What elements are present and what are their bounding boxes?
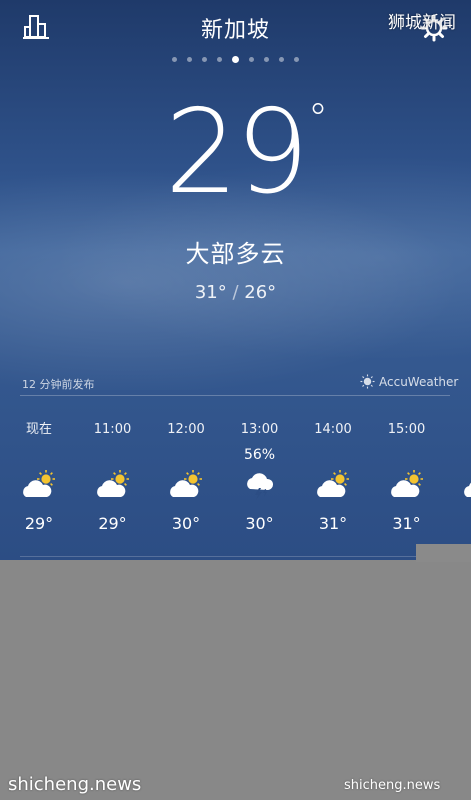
divider-bottom	[20, 556, 450, 557]
hour-time: 11:00	[93, 422, 132, 437]
watermark-bottom-left: shicheng.news	[8, 774, 142, 795]
hour-temperature: 29°	[98, 514, 127, 533]
partly-cloudy-day-icon	[23, 470, 55, 497]
hour-temperature: 31°	[392, 514, 421, 533]
hourly-forecast[interactable]: 现在 29° 11:00 29° 12:00 30° 13:00 56% 30° 14:00 31°…	[0, 420, 471, 550]
hour-time: 15:00	[387, 422, 426, 437]
hourly-item: 15:00 31°	[377, 420, 437, 533]
divider	[20, 395, 450, 396]
precipitation-chance	[303, 444, 363, 466]
hour-temperature: 31°	[318, 514, 348, 533]
high-low-separator: /	[232, 282, 239, 303]
hourly-item: 16 3	[450, 420, 471, 533]
hourly-item: 13:00 56% 30°	[230, 420, 290, 533]
page-dot[interactable]	[249, 57, 254, 62]
hourly-item: 11:00 29°	[83, 420, 143, 533]
page-dot[interactable]	[264, 57, 269, 62]
current-temperature: 29	[164, 85, 310, 220]
accuweather-sun-icon	[360, 374, 375, 389]
precipitation-chance	[377, 444, 437, 466]
precipitation-chance	[156, 444, 216, 466]
hourly-item: 现在 29°	[9, 420, 69, 533]
page-dot[interactable]	[294, 57, 299, 62]
page-dot[interactable]	[279, 57, 284, 62]
degree-symbol: °	[308, 96, 328, 142]
precipitation-chance	[450, 444, 471, 466]
page-dot[interactable]	[217, 57, 222, 62]
precipitation-chance	[9, 444, 69, 466]
page-dot[interactable]	[232, 56, 239, 63]
hour-temperature: 29°	[24, 514, 54, 533]
hour-temperature: 3	[450, 514, 471, 533]
published-time: 12 分钟前发布	[22, 378, 95, 391]
partly-cloudy-day-icon	[464, 482, 471, 497]
high-temperature: 31°	[194, 282, 227, 303]
hour-time: 14:00	[314, 422, 352, 437]
precipitation-chance: 56%	[243, 447, 276, 463]
page-dot[interactable]	[172, 57, 177, 62]
page-indicator[interactable]	[0, 56, 471, 63]
hourly-item: 14:00 31°	[303, 420, 363, 533]
hour-time: 12:00	[167, 422, 205, 437]
high-low-temperature: 31° / 26°	[0, 282, 471, 303]
weather-condition: 大部多云	[185, 240, 286, 268]
thunderstorm-icon	[246, 473, 273, 500]
partly-cloudy-day-icon	[317, 470, 349, 497]
partly-cloudy-day-icon	[96, 470, 129, 497]
hour-temperature: 30°	[245, 514, 274, 533]
hour-time: 现在	[25, 422, 52, 437]
low-temperature: 26°	[244, 282, 277, 303]
hourly-item: 12:00 30°	[156, 420, 216, 533]
watermark-bottom-right: shicheng.news	[344, 778, 441, 793]
weather-panel: 新加坡 狮城新闻 29 ° 大部多云 31° / 26° 12 分钟前发布 Ac…	[0, 0, 471, 560]
grey-patch	[416, 544, 471, 562]
page-dot[interactable]	[202, 57, 207, 62]
partly-cloudy-day-icon	[390, 470, 423, 497]
provider-name: AccuWeather	[379, 374, 459, 389]
provider-link[interactable]: AccuWeather	[360, 374, 458, 389]
precipitation-chance	[83, 444, 143, 466]
hour-time: 16	[450, 420, 471, 440]
partly-cloudy-day-icon	[170, 470, 202, 497]
hour-time: 13:00	[240, 422, 279, 437]
hour-temperature: 30°	[171, 514, 201, 533]
watermark-top-right: 狮城新闻	[388, 13, 456, 33]
page-dot[interactable]	[187, 57, 192, 62]
grey-empty-area	[0, 560, 471, 800]
